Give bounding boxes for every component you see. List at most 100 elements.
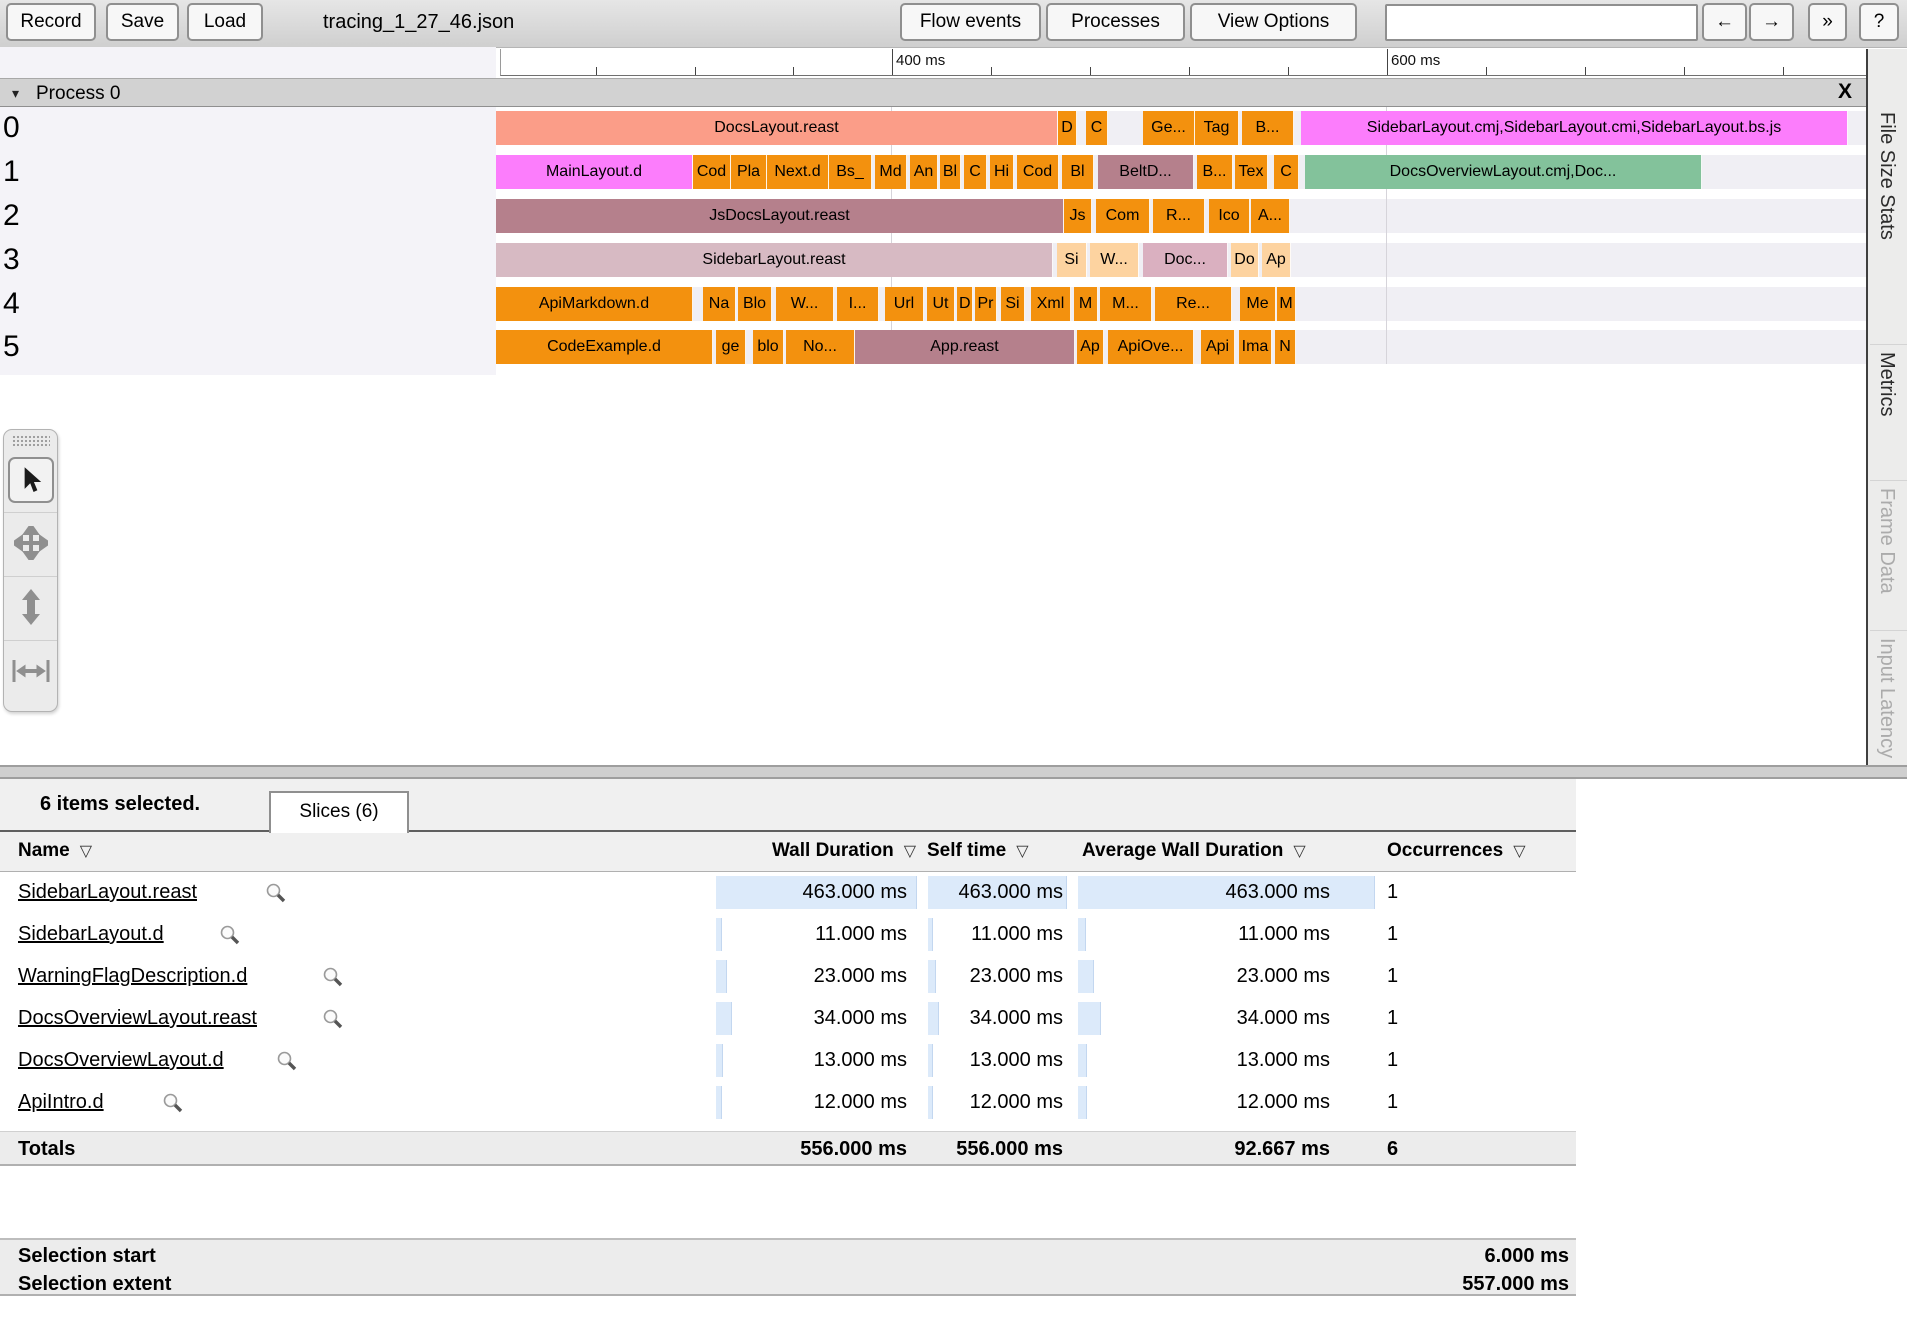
slice-name-link[interactable]: DocsOverviewLayout.d xyxy=(18,1049,224,1072)
palette-grip-handle[interactable] xyxy=(12,435,50,446)
view-options-button[interactable]: View Options xyxy=(1190,3,1357,41)
tab-slices[interactable]: Slices (6) xyxy=(269,791,409,833)
magnifier-icon[interactable] xyxy=(162,1092,184,1119)
trace-slice[interactable]: M... xyxy=(1100,287,1152,321)
record-button[interactable]: Record xyxy=(6,3,96,41)
expand-button[interactable]: » xyxy=(1808,3,1847,41)
trace-slice[interactable]: SidebarLayout.cmj,SidebarLayout.cmi,Side… xyxy=(1301,111,1848,145)
trace-slice[interactable]: Tag xyxy=(1195,111,1239,145)
trace-slice[interactable]: Si xyxy=(1001,287,1025,321)
pan-tool-button[interactable] xyxy=(4,512,57,577)
trace-slice[interactable]: R... xyxy=(1153,199,1205,233)
vertical-zoom-tool-button[interactable] xyxy=(4,576,57,641)
select-tool-button[interactable] xyxy=(4,448,57,512)
trace-slice[interactable]: An xyxy=(910,155,938,189)
trace-slice[interactable]: Ge... xyxy=(1143,111,1195,145)
trace-slice[interactable]: Ut xyxy=(927,287,955,321)
trace-slice[interactable]: D xyxy=(957,287,973,321)
trace-slice[interactable]: Doc... xyxy=(1143,243,1228,277)
trace-slice[interactable]: Url xyxy=(885,287,924,321)
trace-slice[interactable]: I... xyxy=(837,287,879,321)
trace-slice[interactable]: No... xyxy=(786,330,855,364)
trace-slice[interactable]: Me xyxy=(1240,287,1276,321)
collapse-caret-icon[interactable]: ▾ xyxy=(12,85,19,102)
nav-back-button[interactable]: ← xyxy=(1702,3,1747,41)
column-header-average-wall-duration[interactable]: Average Wall Duration▽ xyxy=(1082,840,1306,862)
trace-slice[interactable]: Api xyxy=(1201,330,1235,364)
timing-span-tool-button[interactable] xyxy=(4,640,57,705)
trace-slice[interactable]: Bl xyxy=(940,155,961,189)
trace-slice[interactable]: W... xyxy=(1090,243,1139,277)
trace-slice[interactable]: MainLayout.d xyxy=(496,155,693,189)
trace-slice[interactable]: ApiMarkdown.d xyxy=(496,287,693,321)
trace-slice[interactable]: CodeExample.d xyxy=(496,330,713,364)
process-header[interactable]: ▾ Process 0 X xyxy=(0,78,1866,107)
sidebar-tab-input-latency[interactable]: Input Latency xyxy=(1875,638,1898,758)
trace-slice[interactable]: C xyxy=(964,155,987,189)
trace-slice[interactable]: W... xyxy=(776,287,834,321)
magnifier-icon[interactable] xyxy=(219,924,241,951)
trace-slice[interactable]: Pla xyxy=(731,155,767,189)
search-input[interactable] xyxy=(1385,4,1698,41)
sidebar-tab-frame-data[interactable]: Frame Data xyxy=(1875,488,1898,594)
trace-slice[interactable]: App.reast xyxy=(855,330,1075,364)
column-header-self-time[interactable]: Self time▽ xyxy=(927,840,1029,862)
column-header-occurrences[interactable]: Occurrences▽ xyxy=(1387,840,1526,862)
trace-slice[interactable]: ge xyxy=(716,330,746,364)
trace-slice[interactable]: M xyxy=(1277,287,1296,321)
magnifier-icon[interactable] xyxy=(265,882,287,909)
trace-slice[interactable]: Cod xyxy=(693,155,731,189)
magnifier-icon[interactable] xyxy=(322,966,344,993)
trace-slice[interactable]: BeltD... xyxy=(1098,155,1194,189)
sidebar-tab-metrics[interactable]: Metrics xyxy=(1875,352,1898,416)
trace-slice[interactable]: Blo xyxy=(738,287,772,321)
flow-events-button[interactable]: Flow events xyxy=(900,3,1041,41)
trace-slice[interactable]: JsDocsLayout.reast xyxy=(496,199,1064,233)
trace-slice[interactable]: Js xyxy=(1064,199,1092,233)
trace-slice[interactable]: Xml xyxy=(1031,287,1071,321)
trace-slice[interactable]: Do xyxy=(1231,243,1259,277)
trace-slice[interactable]: Pr xyxy=(975,287,997,321)
trace-slice[interactable]: Bl xyxy=(1062,155,1094,189)
trace-slice[interactable]: D xyxy=(1058,111,1077,145)
column-header-wall-duration[interactable]: Wall Duration▽ xyxy=(716,840,916,862)
trace-slice[interactable]: Cod xyxy=(1017,155,1059,189)
trace-slice[interactable]: B... xyxy=(1197,155,1233,189)
trace-slice[interactable]: Si xyxy=(1057,243,1087,277)
help-button[interactable]: ? xyxy=(1859,3,1899,41)
trace-slice[interactable]: DocsOverviewLayout.cmj,Doc... xyxy=(1305,155,1702,189)
slice-name-link[interactable]: SidebarLayout.d xyxy=(18,923,164,946)
trace-slice[interactable]: Hi xyxy=(990,155,1014,189)
trace-slice[interactable]: Na xyxy=(703,287,736,321)
trace-slice[interactable]: C xyxy=(1086,111,1108,145)
trace-slice[interactable]: Tex xyxy=(1235,155,1268,189)
sidebar-tab-file-size-stats[interactable]: File Size Stats xyxy=(1875,112,1898,240)
slice-name-link[interactable]: ApiIntro.d xyxy=(18,1091,104,1114)
trace-slice[interactable]: Next.d xyxy=(767,155,829,189)
column-header-name[interactable]: Name▽ xyxy=(18,840,92,862)
trace-slice[interactable]: B... xyxy=(1242,111,1294,145)
close-process-button[interactable]: X xyxy=(1838,80,1852,104)
load-button[interactable]: Load xyxy=(187,3,263,41)
magnifier-icon[interactable] xyxy=(276,1050,298,1077)
trace-slice[interactable]: Ima xyxy=(1239,330,1272,364)
slice-name-link[interactable]: DocsOverviewLayout.reast xyxy=(18,1007,257,1030)
trace-slice[interactable]: SidebarLayout.reast xyxy=(496,243,1053,277)
trace-slice[interactable]: N xyxy=(1275,330,1296,364)
trace-slice[interactable]: Md xyxy=(875,155,907,189)
trace-slice[interactable]: DocsLayout.reast xyxy=(496,111,1058,145)
nav-forward-button[interactable]: → xyxy=(1749,3,1794,41)
trace-slice[interactable]: Ap xyxy=(1077,330,1104,364)
magnifier-icon[interactable] xyxy=(322,1008,344,1035)
trace-slice[interactable]: Ap xyxy=(1262,243,1291,277)
trace-slice[interactable]: C xyxy=(1274,155,1299,189)
slice-name-link[interactable]: WarningFlagDescription.d xyxy=(18,965,247,988)
save-button[interactable]: Save xyxy=(106,3,179,41)
trace-slice[interactable]: Com xyxy=(1096,199,1150,233)
trace-slice[interactable]: Re... xyxy=(1155,287,1232,321)
trace-slice[interactable]: ApiOve... xyxy=(1108,330,1194,364)
trace-slice[interactable]: A... xyxy=(1251,199,1290,233)
trace-slice[interactable]: blo xyxy=(753,330,784,364)
slice-name-link[interactable]: SidebarLayout.reast xyxy=(18,881,197,904)
trace-slice[interactable]: M xyxy=(1074,287,1098,321)
